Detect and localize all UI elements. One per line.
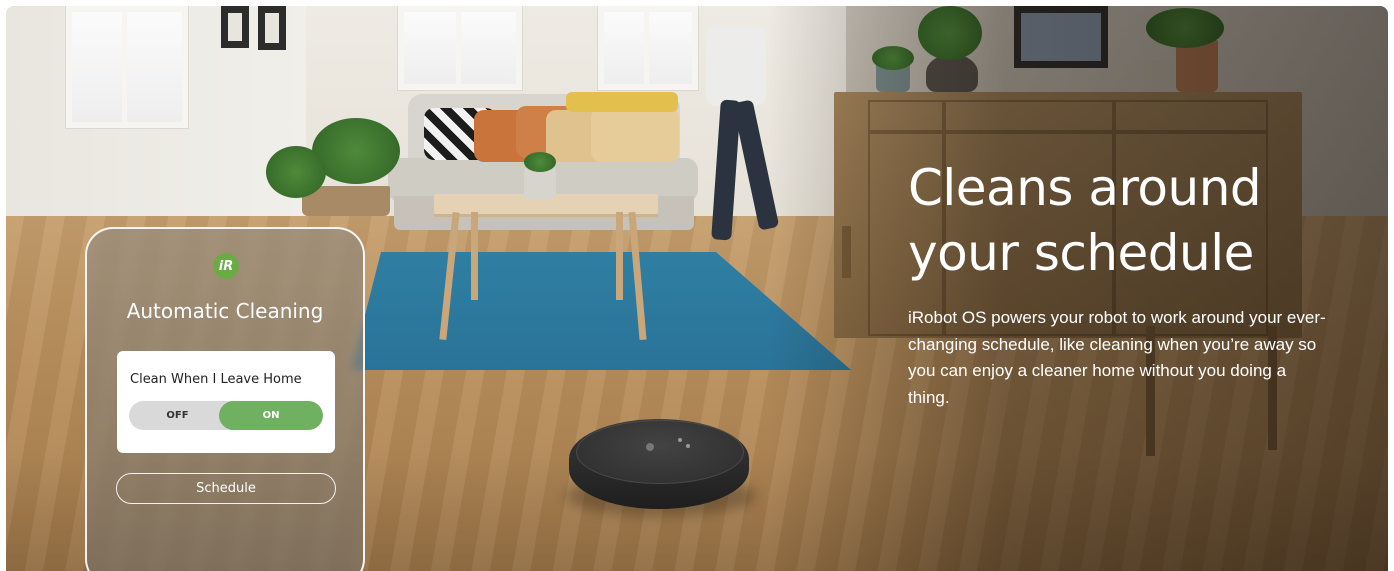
setting-label: Clean When I Leave Home (130, 372, 302, 387)
table-leg (616, 212, 623, 300)
automatic-cleaning-card: iR Automatic Cleaning Clean When I Leave… (85, 227, 365, 571)
wall-picture-2 (258, 6, 286, 50)
table-succulent (524, 152, 556, 172)
table-leg (471, 212, 478, 300)
irobot-logo-icon: iR (213, 253, 239, 279)
toggle-off-option[interactable]: OFF (129, 401, 226, 430)
back-window-right (598, 6, 698, 90)
clean-when-leave-setting: Clean When I Leave Home OFF ON (117, 351, 335, 453)
palm-plant (266, 146, 326, 198)
walking-person (706, 26, 766, 106)
toggle-on-option[interactable]: ON (219, 401, 323, 430)
hero-description: iRobot OS powers your robot to work arou… (908, 308, 1326, 407)
hero-headline: Cleans around your schedule (908, 159, 1262, 282)
robot-indicator (678, 438, 682, 442)
throw-blanket (566, 92, 678, 112)
pillow-beige-2 (591, 108, 679, 162)
schedule-button[interactable]: Schedule (116, 473, 336, 504)
card-title: Automatic Cleaning (126, 299, 324, 323)
wall-picture-1 (221, 6, 249, 48)
hero-banner: iR Automatic Cleaning Clean When I Leave… (6, 6, 1388, 571)
clean-when-leave-toggle[interactable]: OFF ON (129, 401, 323, 430)
left-window (66, 6, 188, 128)
table-vase (524, 168, 556, 200)
back-window-left (398, 6, 522, 90)
robot-indicator (686, 444, 690, 448)
robot-clean-button (646, 443, 654, 451)
robot-vacuum-top (576, 420, 744, 484)
